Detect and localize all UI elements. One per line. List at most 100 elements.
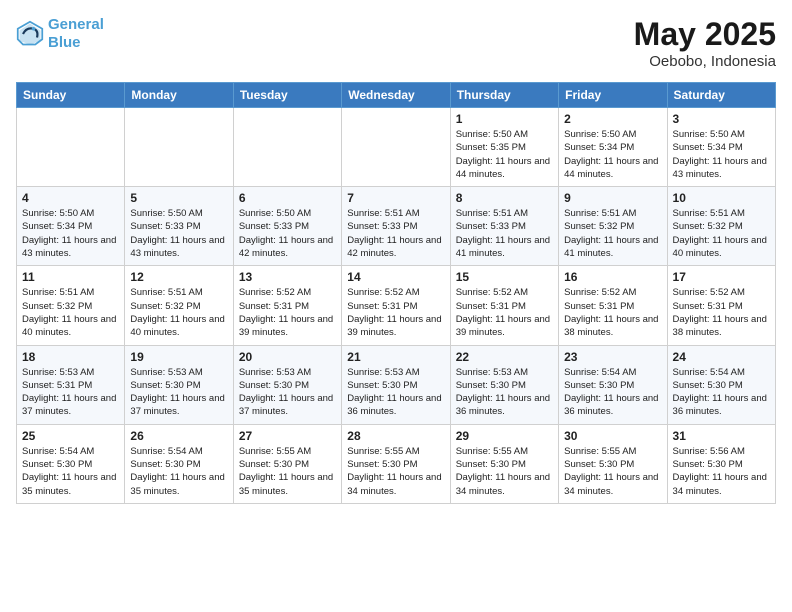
day-number: 16 — [564, 270, 661, 284]
calendar-cell: 16 Sunrise: 5:52 AM Sunset: 5:31 PM Dayli… — [559, 266, 667, 345]
day-info: Sunrise: 5:50 AM Sunset: 5:35 PM Dayligh… — [456, 128, 553, 181]
day-info: Sunrise: 5:50 AM Sunset: 5:33 PM Dayligh… — [130, 207, 227, 260]
calendar-cell: 19 Sunrise: 5:53 AM Sunset: 5:30 PM Dayli… — [125, 345, 233, 424]
week-row-1: 1 Sunrise: 5:50 AM Sunset: 5:35 PM Daylig… — [17, 108, 776, 187]
calendar-cell: 22Sunrise: 5:53 AM Sunset: 5:30 PM Dayli… — [450, 345, 558, 424]
day-info: Sunrise: 5:54 AM Sunset: 5:30 PM Dayligh… — [564, 366, 661, 419]
day-number: 15 — [456, 270, 553, 284]
day-number: 7 — [347, 191, 444, 205]
calendar-cell: 20Sunrise: 5:53 AM Sunset: 5:30 PM Dayli… — [233, 345, 341, 424]
day-number: 14 — [347, 270, 444, 284]
day-info: Sunrise: 5:52 AM Sunset: 5:31 PM Dayligh… — [239, 286, 336, 339]
calendar-cell: 10Sunrise: 5:51 AM Sunset: 5:32 PM Dayli… — [667, 187, 775, 266]
calendar-cell: 5 Sunrise: 5:50 AM Sunset: 5:33 PM Daylig… — [125, 187, 233, 266]
week-row-4: 18 Sunrise: 5:53 AM Sunset: 5:31 PM Dayli… — [17, 345, 776, 424]
weekday-header-sunday: Sunday — [17, 83, 125, 108]
day-info: Sunrise: 5:50 AM Sunset: 5:34 PM Dayligh… — [564, 128, 661, 181]
day-number: 20 — [239, 350, 336, 364]
day-info: Sunrise: 5:51 AM Sunset: 5:32 PM Dayligh… — [564, 207, 661, 260]
day-info: Sunrise: 5:52 AM Sunset: 5:31 PM Dayligh… — [456, 286, 553, 339]
day-number: 25 — [22, 429, 119, 443]
day-number: 24 — [673, 350, 770, 364]
calendar-cell — [17, 108, 125, 187]
day-info: Sunrise: 5:56 AM Sunset: 5:30 PM Dayligh… — [673, 445, 770, 498]
week-row-2: 4 Sunrise: 5:50 AM Sunset: 5:34 PM Daylig… — [17, 187, 776, 266]
day-number: 11 — [22, 270, 119, 284]
calendar-cell: 9Sunrise: 5:51 AM Sunset: 5:32 PM Daylig… — [559, 187, 667, 266]
day-info: Sunrise: 5:53 AM Sunset: 5:31 PM Dayligh… — [22, 366, 119, 419]
day-number: 18 — [22, 350, 119, 364]
weekday-header-thursday: Thursday — [450, 83, 558, 108]
calendar-cell: 30Sunrise: 5:55 AM Sunset: 5:30 PM Dayli… — [559, 424, 667, 503]
calendar-cell: 7 Sunrise: 5:51 AM Sunset: 5:33 PM Daylig… — [342, 187, 450, 266]
calendar-cell: 28Sunrise: 5:55 AM Sunset: 5:30 PM Dayli… — [342, 424, 450, 503]
page-header: General Blue May 2025 Oebobo, Indonesia — [16, 16, 776, 70]
weekday-header-friday: Friday — [559, 83, 667, 108]
day-number: 12 — [130, 270, 227, 284]
day-number: 1 — [456, 112, 553, 126]
day-number: 31 — [673, 429, 770, 443]
day-info: Sunrise: 5:50 AM Sunset: 5:33 PM Dayligh… — [239, 207, 336, 260]
calendar-cell: 8 Sunrise: 5:51 AM Sunset: 5:33 PM Daylig… — [450, 187, 558, 266]
logo-line2: Blue — [48, 34, 81, 51]
calendar-cell: 23 Sunrise: 5:54 AM Sunset: 5:30 PM Dayli… — [559, 345, 667, 424]
calendar-cell: 17 Sunrise: 5:52 AM Sunset: 5:31 PM Dayli… — [667, 266, 775, 345]
day-number: 5 — [130, 191, 227, 205]
day-info: Sunrise: 5:55 AM Sunset: 5:30 PM Dayligh… — [456, 445, 553, 498]
day-number: 6 — [239, 191, 336, 205]
calendar-cell: 2Sunrise: 5:50 AM Sunset: 5:34 PM Daylig… — [559, 108, 667, 187]
calendar-cell: 18 Sunrise: 5:53 AM Sunset: 5:31 PM Dayli… — [17, 345, 125, 424]
weekday-header-tuesday: Tuesday — [233, 83, 341, 108]
day-number: 17 — [673, 270, 770, 284]
day-number: 23 — [564, 350, 661, 364]
logo: General Blue — [16, 16, 104, 52]
day-number: 22 — [456, 350, 553, 364]
day-number: 19 — [130, 350, 227, 364]
day-number: 30 — [564, 429, 661, 443]
day-info: Sunrise: 5:53 AM Sunset: 5:30 PM Dayligh… — [130, 366, 227, 419]
calendar-cell: 26 Sunrise: 5:54 AM Sunset: 5:30 PM Dayli… — [125, 424, 233, 503]
day-info: Sunrise: 5:55 AM Sunset: 5:30 PM Dayligh… — [239, 445, 336, 498]
day-number: 3 — [673, 112, 770, 126]
day-info: Sunrise: 5:52 AM Sunset: 5:31 PM Dayligh… — [564, 286, 661, 339]
day-info: Sunrise: 5:50 AM Sunset: 5:34 PM Dayligh… — [673, 128, 770, 181]
calendar-cell: 14 Sunrise: 5:52 AM Sunset: 5:31 PM Dayli… — [342, 266, 450, 345]
weekday-header-row: SundayMondayTuesdayWednesdayThursdayFrid… — [17, 83, 776, 108]
calendar-cell: 15 Sunrise: 5:52 AM Sunset: 5:31 PM Dayli… — [450, 266, 558, 345]
calendar-cell: 29 Sunrise: 5:55 AM Sunset: 5:30 PM Dayli… — [450, 424, 558, 503]
calendar-cell: 3 Sunrise: 5:50 AM Sunset: 5:34 PM Daylig… — [667, 108, 775, 187]
calendar-cell: 6 Sunrise: 5:50 AM Sunset: 5:33 PM Daylig… — [233, 187, 341, 266]
weekday-header-monday: Monday — [125, 83, 233, 108]
calendar-cell: 31 Sunrise: 5:56 AM Sunset: 5:30 PM Dayli… — [667, 424, 775, 503]
logo-icon — [16, 20, 44, 48]
weekday-header-wednesday: Wednesday — [342, 83, 450, 108]
day-number: 21 — [347, 350, 444, 364]
logo-line1: General — [48, 16, 104, 33]
day-info: Sunrise: 5:54 AM Sunset: 5:30 PM Dayligh… — [22, 445, 119, 498]
week-row-5: 25 Sunrise: 5:54 AM Sunset: 5:30 PM Dayli… — [17, 424, 776, 503]
calendar-cell: 4 Sunrise: 5:50 AM Sunset: 5:34 PM Daylig… — [17, 187, 125, 266]
day-number: 8 — [456, 191, 553, 205]
day-number: 4 — [22, 191, 119, 205]
day-info: Sunrise: 5:52 AM Sunset: 5:31 PM Dayligh… — [347, 286, 444, 339]
day-info: Sunrise: 5:55 AM Sunset: 5:30 PM Dayligh… — [347, 445, 444, 498]
day-info: Sunrise: 5:52 AM Sunset: 5:31 PM Dayligh… — [673, 286, 770, 339]
day-info: Sunrise: 5:51 AM Sunset: 5:33 PM Dayligh… — [456, 207, 553, 260]
day-info: Sunrise: 5:54 AM Sunset: 5:30 PM Dayligh… — [130, 445, 227, 498]
day-info: Sunrise: 5:51 AM Sunset: 5:32 PM Dayligh… — [22, 286, 119, 339]
day-number: 26 — [130, 429, 227, 443]
calendar-cell: 21 Sunrise: 5:53 AM Sunset: 5:30 PM Dayli… — [342, 345, 450, 424]
day-info: Sunrise: 5:50 AM Sunset: 5:34 PM Dayligh… — [22, 207, 119, 260]
day-info: Sunrise: 5:53 AM Sunset: 5:30 PM Dayligh… — [347, 366, 444, 419]
calendar-cell: 12 Sunrise: 5:51 AM Sunset: 5:32 PM Dayli… — [125, 266, 233, 345]
calendar-title: May 2025 — [634, 16, 776, 53]
calendar-cell — [342, 108, 450, 187]
logo-text: General Blue — [48, 16, 104, 52]
day-number: 29 — [456, 429, 553, 443]
day-number: 27 — [239, 429, 336, 443]
calendar-cell — [125, 108, 233, 187]
calendar-cell: 27 Sunrise: 5:55 AM Sunset: 5:30 PM Dayli… — [233, 424, 341, 503]
calendar-cell: 11 Sunrise: 5:51 AM Sunset: 5:32 PM Dayli… — [17, 266, 125, 345]
day-info: Sunrise: 5:51 AM Sunset: 5:33 PM Dayligh… — [347, 207, 444, 260]
day-info: Sunrise: 5:51 AM Sunset: 5:32 PM Dayligh… — [130, 286, 227, 339]
